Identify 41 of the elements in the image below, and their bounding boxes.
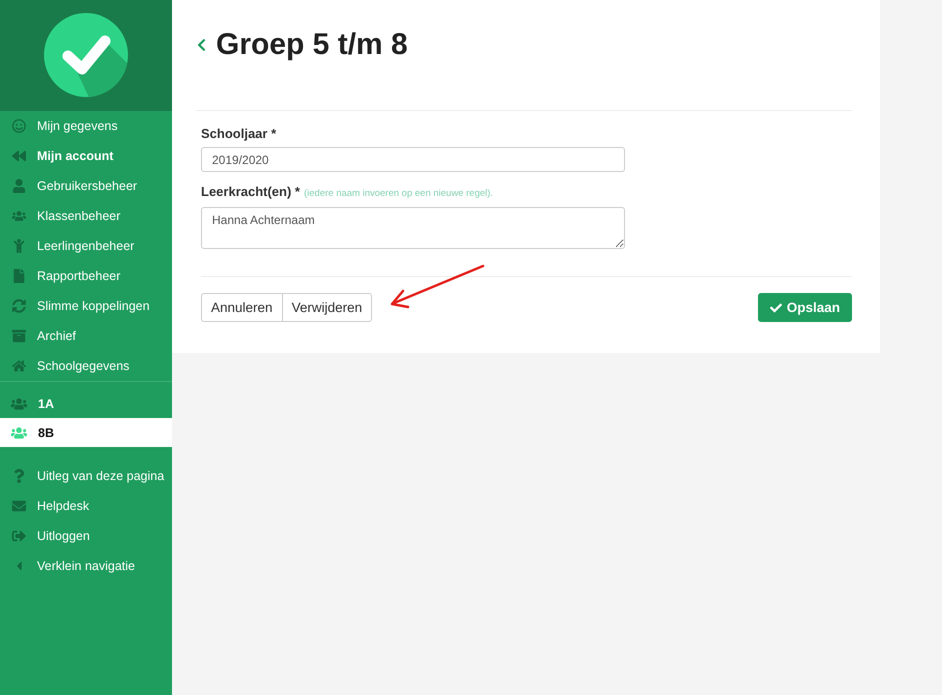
text-input[interactable]: 2019/2020 [201, 147, 625, 172]
nav-item[interactable]: Mijn account [0, 141, 172, 171]
nav-item[interactable]: Schoolgegevens [0, 351, 172, 381]
action-button[interactable]: Annuleren [201, 293, 283, 322]
home-icon [12, 359, 26, 373]
save-button[interactable]: Opslaan [758, 293, 852, 322]
question-icon [12, 469, 26, 483]
refresh-icon [12, 299, 26, 313]
users-icon [11, 426, 27, 440]
class-item[interactable]: 1A [0, 389, 172, 418]
nav-item[interactable]: Leerlingenbeheer [0, 231, 172, 261]
child-icon [12, 239, 26, 253]
check-icon [770, 302, 782, 314]
smiley-icon [12, 119, 26, 133]
nav-item[interactable]: Klassenbeheer [0, 201, 172, 231]
field-label: Schooljaar * [201, 126, 276, 142]
envelope-icon [12, 499, 26, 513]
file-icon [12, 269, 26, 283]
archive-icon [12, 329, 26, 343]
users-icon [11, 396, 27, 410]
check-circle-logo-icon [44, 12, 128, 96]
nav-item[interactable]: Rapportbeheer [0, 261, 172, 291]
nav-item[interactable]: Uitleg van deze pagina [0, 461, 172, 491]
textarea-field[interactable]: Hanna Achternaam [201, 207, 625, 249]
nav-item[interactable]: Gebruikersbeheer [0, 171, 172, 201]
nav-item[interactable]: Archief [0, 321, 172, 351]
action-button[interactable]: Verwijderen [282, 293, 372, 322]
field-label: Leerkracht(en) * [201, 184, 300, 200]
back-chevron-icon[interactable] [196, 38, 207, 52]
nav-item[interactable]: Verklein navigatie [0, 551, 172, 581]
users-icon [12, 209, 26, 223]
nav-item[interactable]: Slimme koppelingen [0, 291, 172, 321]
logout-icon [12, 529, 26, 543]
page-title: Groep 5 t/m 8 [216, 27, 408, 63]
rewind-icon [12, 149, 26, 163]
nav-item[interactable]: Helpdesk [0, 491, 172, 521]
user-icon [12, 179, 26, 193]
field-hint: (iedere naam invoeren op een nieuwe regel). [304, 187, 494, 201]
nav-item[interactable]: Mijn gegevens [0, 111, 172, 141]
class-item[interactable]: 8B [0, 418, 172, 447]
nav-item[interactable]: Uitloggen [0, 521, 172, 551]
